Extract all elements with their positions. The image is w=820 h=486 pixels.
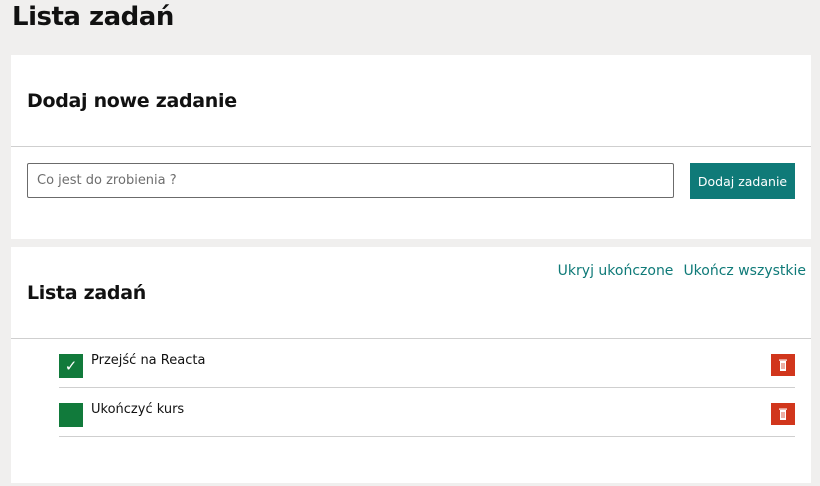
delete-task-button[interactable] bbox=[771, 354, 795, 376]
task-text: Przejść na Reacta bbox=[91, 353, 206, 368]
add-task-heading: Dodaj nowe zadanie bbox=[27, 90, 237, 112]
task-text: Ukończyć kurs bbox=[91, 402, 185, 417]
check-icon: ✓ bbox=[64, 357, 78, 375]
add-task-card: Dodaj nowe zadanie Dodaj zadanie bbox=[11, 55, 811, 239]
complete-all-button[interactable]: Ukończ wszystkie bbox=[683, 263, 806, 279]
task-checkbox[interactable]: ✓ bbox=[59, 354, 83, 378]
task-item: ✓ Przejść na Reacta bbox=[59, 339, 795, 388]
task-checkbox[interactable]: ✓ bbox=[59, 403, 83, 427]
page-title: Lista zadań bbox=[12, 2, 174, 32]
task-list: ✓ Przejść na Reacta ✓ Ukończyć kurs bbox=[59, 339, 795, 437]
trash-icon bbox=[779, 359, 787, 371]
task-list-card: Ukryj ukończone Ukończ wszystkie Lista z… bbox=[11, 247, 811, 483]
task-list-heading: Lista zadań bbox=[27, 282, 146, 304]
add-task-divider bbox=[11, 146, 811, 147]
list-actions: Ukryj ukończone Ukończ wszystkie bbox=[558, 263, 806, 279]
new-task-input[interactable] bbox=[27, 163, 674, 198]
hide-completed-button[interactable]: Ukryj ukończone bbox=[558, 263, 674, 279]
add-task-button[interactable]: Dodaj zadanie bbox=[690, 163, 795, 199]
task-item: ✓ Ukończyć kurs bbox=[59, 388, 795, 437]
delete-task-button[interactable] bbox=[771, 403, 795, 425]
trash-icon bbox=[779, 408, 787, 420]
